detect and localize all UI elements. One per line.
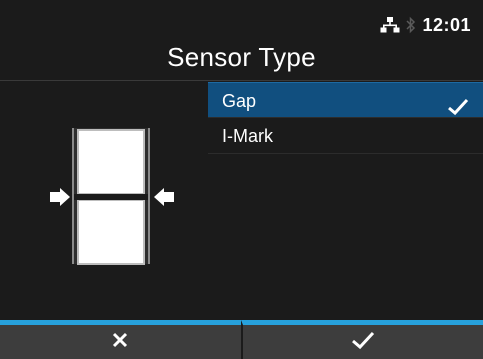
network-icon [380, 16, 400, 34]
close-icon [111, 331, 129, 353]
title-divider [0, 80, 483, 81]
status-bar: 12:01 [380, 12, 471, 38]
check-icon [351, 330, 375, 354]
soft-key-bar [0, 320, 483, 359]
option-label: I-Mark [222, 126, 273, 146]
bluetooth-icon [406, 16, 416, 34]
option-label: Gap [222, 91, 257, 111]
option-i-mark[interactable]: I-Mark [208, 118, 483, 154]
confirm-button[interactable] [240, 320, 483, 359]
option-gap[interactable]: Gap [208, 82, 483, 118]
clock: 12:01 [422, 14, 471, 35]
gap-sensor-illustration [44, 128, 184, 268]
sensor-type-list: Gap I-Mark [208, 82, 483, 154]
cancel-button[interactable] [0, 320, 241, 359]
sensor-type-screen: 12:01 Sensor Type Gap I-Mark [0, 0, 483, 359]
page-title: Sensor Type [167, 42, 316, 72]
